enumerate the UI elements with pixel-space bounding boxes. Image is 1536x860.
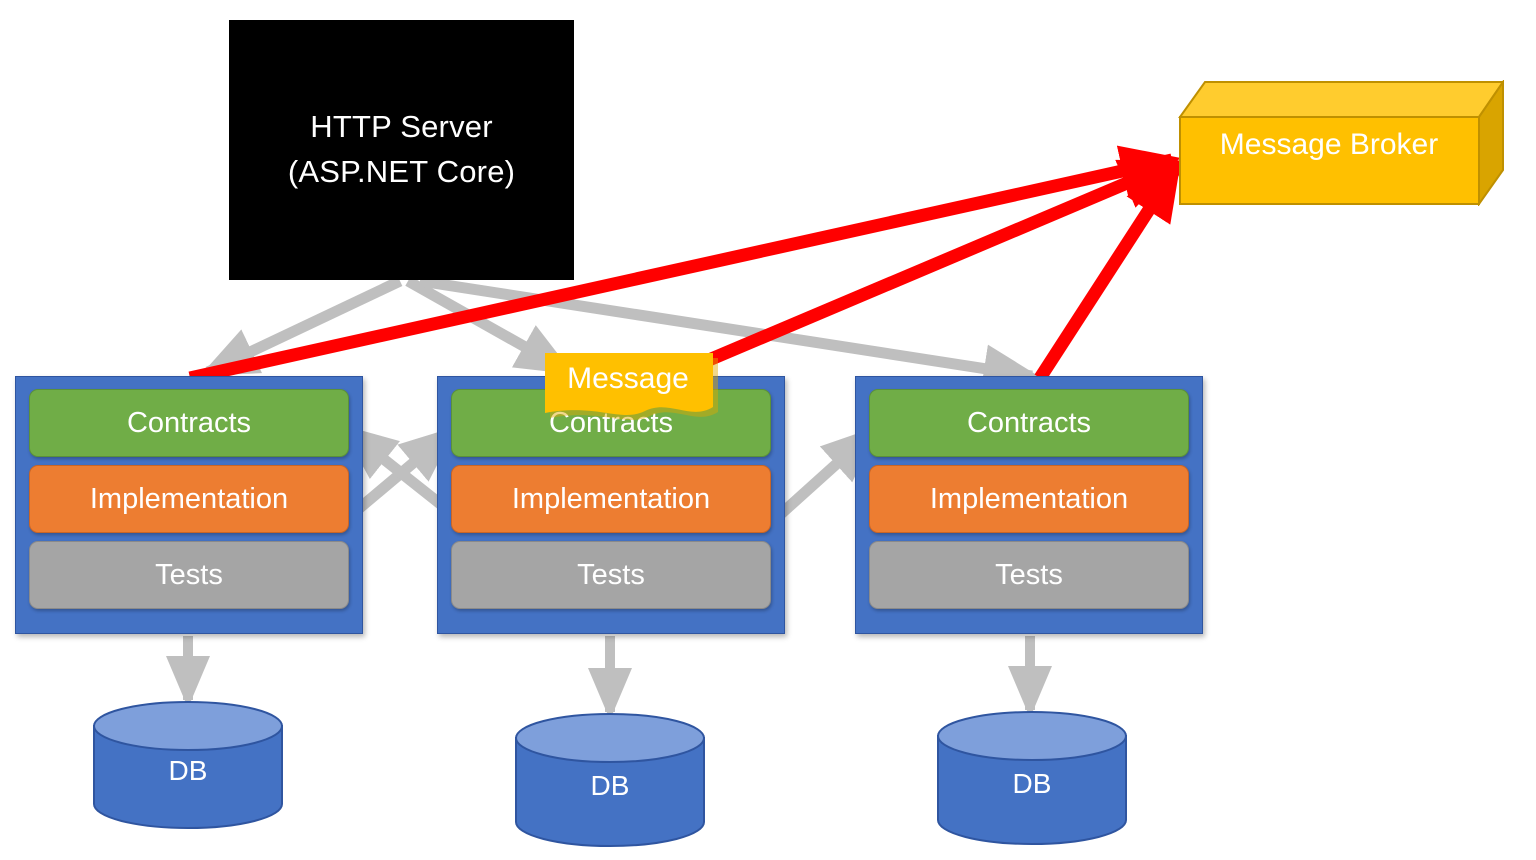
- service-1-layer-tests[interactable]: Tests: [29, 541, 349, 609]
- http-server-title-line1: HTTP Server: [310, 109, 493, 145]
- service-box-3[interactable]: Contracts Implementation Tests: [855, 376, 1203, 634]
- broker-front-face: [1179, 116, 1480, 205]
- message-note-shape: [545, 353, 718, 420]
- db-2-top: [515, 713, 705, 763]
- service-2-layer-tests[interactable]: Tests: [451, 541, 771, 609]
- service-1-layer-implementation[interactable]: Implementation: [29, 465, 349, 533]
- service-3-layer-implementation[interactable]: Implementation: [869, 465, 1189, 533]
- http-server-title-line2: (ASP.NET Core): [287, 154, 516, 189]
- db-2-shape: [515, 713, 705, 847]
- database-cylinder-2[interactable]: DB: [512, 710, 708, 850]
- db-1-top: [93, 701, 283, 751]
- connector-service2-to-broker: [687, 158, 1181, 374]
- message-callout-note[interactable]: Message: [541, 351, 718, 420]
- service-3-layer-contracts[interactable]: Contracts: [869, 389, 1189, 457]
- service-3-layer-tests[interactable]: Tests: [869, 541, 1189, 609]
- http-server-box[interactable]: HTTP Server (ASP.NET Core): [229, 20, 574, 280]
- message-note-body: [545, 353, 713, 415]
- message-broker-box[interactable]: Message Broker: [1178, 80, 1504, 206]
- db-1-shape: [93, 701, 283, 829]
- db-3-top: [937, 711, 1127, 761]
- service-1-layer-contracts[interactable]: Contracts: [29, 389, 349, 457]
- database-cylinder-1[interactable]: DB: [90, 700, 286, 830]
- broker-top-face: [1178, 81, 1504, 118]
- diagram-canvas: HTTP Server (ASP.NET Core) Message Broke…: [0, 0, 1536, 860]
- service-2-layer-implementation[interactable]: Implementation: [451, 465, 771, 533]
- broker-3d-shape: [1178, 80, 1504, 206]
- database-cylinder-3[interactable]: DB: [934, 708, 1130, 848]
- service-box-1[interactable]: Contracts Implementation Tests: [15, 376, 363, 634]
- connector-service3-to-broker: [1034, 160, 1182, 382]
- db-3-shape: [937, 711, 1127, 845]
